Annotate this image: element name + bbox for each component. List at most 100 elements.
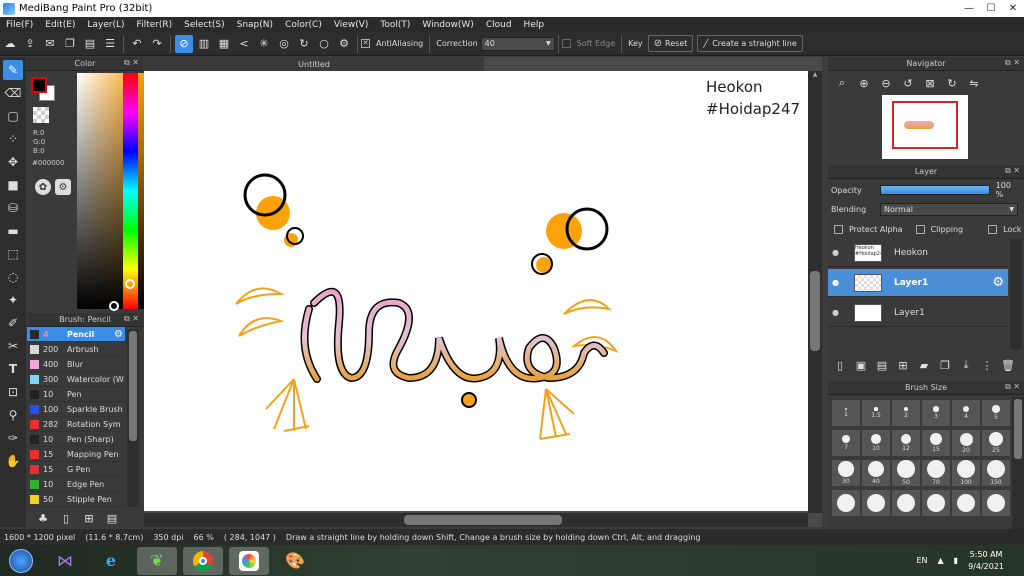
brush-list-item[interactable]: 400 Blur bbox=[27, 357, 125, 372]
brush-list-item[interactable]: 4 Pencil ⚙ bbox=[27, 327, 125, 342]
brush-size-option[interactable] bbox=[832, 490, 860, 516]
layer-settings-gear-icon[interactable]: ⚙ bbox=[992, 275, 1004, 290]
snap-off-icon[interactable]: ⊘ bbox=[175, 34, 193, 53]
new-halftone-layer-icon[interactable]: ▣ bbox=[852, 356, 870, 374]
soft-edge-checkbox[interactable] bbox=[561, 39, 571, 48]
radial-snap-icon[interactable]: ✳ bbox=[255, 35, 273, 53]
brush-size-option[interactable] bbox=[892, 490, 920, 516]
eyedropper-alt-icon[interactable]: ✑ bbox=[3, 428, 23, 448]
app-taskbar-icon[interactable]: ❦ bbox=[137, 546, 177, 575]
zoom-out-icon[interactable]: ⊖ bbox=[877, 74, 895, 92]
share-icon[interactable]: ⇪ bbox=[21, 35, 39, 53]
transparent-color-swatch[interactable] bbox=[33, 107, 49, 123]
select-tool-icon[interactable]: ⬚ bbox=[3, 244, 23, 264]
magic-wand-tool-icon[interactable]: ✦ bbox=[3, 290, 23, 310]
brush-list-item[interactable]: 10 Edge Pen bbox=[27, 477, 125, 492]
zoom-fit-icon[interactable]: ⌕ bbox=[833, 74, 851, 92]
brush-size-option[interactable] bbox=[952, 490, 980, 516]
menu-layer[interactable]: Layer(L) bbox=[81, 20, 130, 30]
drawing-canvas[interactable]: Heokon #Hoidap247 bbox=[144, 71, 808, 511]
panel-close-icon[interactable]: ⧉ ✕ bbox=[1005, 58, 1020, 68]
duplicate-layer-icon[interactable]: ❐ bbox=[936, 356, 954, 374]
add-brush-icon[interactable]: ⊞ bbox=[80, 509, 98, 527]
color-settings-icon[interactable]: ⚙ bbox=[55, 179, 71, 195]
reset-button[interactable]: ⊘ Reset bbox=[647, 35, 694, 52]
antialiasing-checkbox[interactable]: ✕ bbox=[361, 39, 370, 48]
navigator-preview[interactable] bbox=[882, 95, 968, 159]
circle-snap-icon[interactable]: ○ bbox=[315, 35, 333, 53]
flip-icon[interactable]: ⇋ bbox=[965, 74, 983, 92]
menu-window[interactable]: Window(W) bbox=[416, 20, 479, 30]
start-button[interactable] bbox=[4, 547, 38, 575]
layer-list-scrollbar[interactable] bbox=[1010, 239, 1022, 349]
create-straight-line-button[interactable]: ╱ Create a straight line bbox=[697, 35, 803, 52]
color-wheel-icon[interactable]: ✿ bbox=[35, 179, 51, 195]
brush-size-option[interactable]: 7 bbox=[832, 430, 860, 456]
layer-row[interactable]: ● Heokon #Hoidap247 Heokon bbox=[828, 239, 1008, 267]
maximize-button[interactable]: ☐ bbox=[980, 0, 1002, 17]
document-icon[interactable]: ▤ bbox=[81, 35, 99, 53]
brush-size-option[interactable]: 5 bbox=[982, 400, 1010, 426]
brush-size-option[interactable]: 10 bbox=[862, 430, 890, 456]
select-eraser-tool-icon[interactable]: ✂ bbox=[3, 336, 23, 356]
undo-icon[interactable]: ↶ bbox=[128, 35, 146, 53]
eraser-tool-icon[interactable]: ⌫ bbox=[3, 83, 23, 103]
move-tool-icon[interactable]: ✥ bbox=[3, 152, 23, 172]
visual-studio-icon[interactable]: ⋈ bbox=[45, 547, 85, 575]
menu-file[interactable]: File(F) bbox=[0, 20, 39, 30]
fill-shape-tool-icon[interactable]: ■ bbox=[3, 175, 23, 195]
brush-size-option[interactable]: 50 bbox=[892, 460, 920, 486]
correction-select[interactable]: 40 ▼ bbox=[480, 36, 555, 51]
brush-cloud-icon[interactable]: ♣ bbox=[34, 509, 52, 527]
parallel-snap-icon[interactable]: ▥ bbox=[195, 35, 213, 53]
lasso-tool-icon[interactable]: ◌ bbox=[3, 267, 23, 287]
panel-close-icon[interactable]: ⧉ ✕ bbox=[124, 314, 139, 324]
brush-size-option[interactable]: 40 bbox=[862, 460, 890, 486]
chrome-icon[interactable] bbox=[183, 546, 223, 575]
vertical-scrollbar[interactable]: ▲ bbox=[808, 71, 822, 513]
paint-icon[interactable]: 🎨 bbox=[275, 547, 315, 575]
curve-snap-icon[interactable]: ↻ bbox=[295, 35, 313, 53]
brush-properties-icon[interactable]: ▤ bbox=[103, 509, 121, 527]
opacity-slider[interactable] bbox=[879, 185, 990, 195]
list-icon[interactable]: ☰ bbox=[101, 35, 119, 53]
brush-list-item[interactable]: 100 Sparkle Brush bbox=[27, 402, 125, 417]
foreground-color-swatch[interactable] bbox=[31, 77, 47, 93]
brush-tool-icon[interactable]: ✎ bbox=[3, 60, 23, 80]
divide-tool-icon[interactable]: ⊡ bbox=[3, 382, 23, 402]
snap-settings-icon[interactable]: ⚙ bbox=[335, 35, 353, 53]
brush-size-option[interactable]: 25 bbox=[982, 430, 1010, 456]
panel-close-icon[interactable]: ⧉ ✕ bbox=[1005, 166, 1020, 176]
perspective-snap-icon[interactable]: < bbox=[235, 35, 253, 53]
layer-row[interactable]: ● Layer1 bbox=[828, 299, 1008, 327]
brush-list-scrollbar[interactable] bbox=[127, 329, 139, 507]
menu-tool[interactable]: Tool(T) bbox=[374, 20, 416, 30]
layer-row-selected[interactable]: ● Layer1 ⚙ bbox=[828, 269, 1008, 297]
brush-list-item[interactable]: 50 Stipple Pen bbox=[27, 492, 125, 507]
brush-size-option[interactable]: 150 bbox=[982, 460, 1010, 486]
brush-size-option[interactable]: 30 bbox=[832, 460, 860, 486]
layer-options-icon[interactable]: ⋮ bbox=[978, 356, 996, 374]
network-icon[interactable]: ▮ bbox=[954, 556, 958, 565]
brush-size-option[interactable]: 4 bbox=[952, 400, 980, 426]
lock-checkbox[interactable] bbox=[988, 224, 998, 234]
menu-help[interactable]: Help bbox=[518, 20, 551, 30]
color-picker-handle[interactable] bbox=[109, 301, 119, 311]
concentric-snap-icon[interactable]: ◎ bbox=[275, 35, 293, 53]
brush-list-item[interactable]: 15 G Pen bbox=[27, 462, 125, 477]
menu-cloud[interactable]: Cloud bbox=[480, 20, 518, 30]
brush-settings-gear-icon[interactable]: ⚙ bbox=[114, 329, 123, 340]
brush-list-item[interactable]: 300 Watercolor (W bbox=[27, 372, 125, 387]
cloud-icon[interactable]: ☁ bbox=[1, 35, 19, 53]
brush-list-item[interactable]: 10 Pen (Sharp) bbox=[27, 432, 125, 447]
text-tool-icon[interactable]: T bbox=[3, 359, 23, 379]
brush-list-item[interactable]: 282 Rotation Sym bbox=[27, 417, 125, 432]
medibang-taskbar-icon[interactable] bbox=[229, 546, 269, 575]
horizontal-scrollbar[interactable] bbox=[144, 513, 808, 527]
internet-explorer-icon[interactable]: e bbox=[91, 547, 131, 575]
brush-size-option[interactable]: 15 bbox=[922, 430, 950, 456]
clipping-checkbox[interactable] bbox=[915, 224, 925, 234]
select-pen-tool-icon[interactable]: ✐ bbox=[3, 313, 23, 333]
menu-color[interactable]: Color(C) bbox=[279, 20, 328, 30]
blending-select[interactable]: Normal ▼ bbox=[880, 202, 1018, 216]
